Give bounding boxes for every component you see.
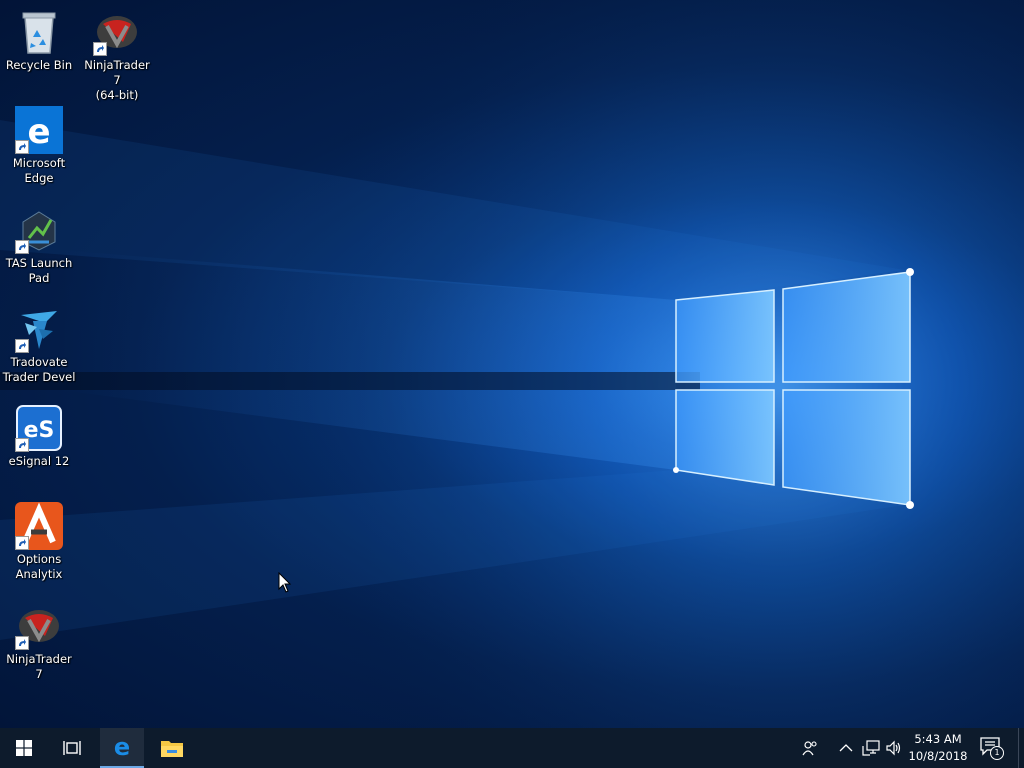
volume-icon [886, 740, 901, 756]
desktop-icon-label: eSignal 12 [8, 454, 70, 468]
desktop-icon-esignal[interactable]: eS eSignal 12 [1, 404, 77, 469]
esignal-icon: eS [15, 404, 63, 452]
taskbar-clock[interactable]: 5:43 AM 10/8/2018 [906, 731, 970, 765]
desktop-icon-tradovate[interactable]: Tradovate Trader Devel [1, 305, 77, 385]
shortcut-arrow-icon [15, 339, 29, 353]
tradovate-icon [15, 305, 63, 353]
desktop-icon-label: NinjaTrader 7 (64-bit) [84, 58, 150, 102]
mouse-cursor-icon [278, 572, 292, 593]
volume-button[interactable] [884, 738, 904, 758]
file-explorer-icon [161, 741, 183, 757]
ninjatrader-icon [93, 8, 141, 56]
desktop-icon-options-analytix[interactable]: Options Analytix [1, 502, 77, 582]
task-view-button[interactable] [48, 728, 96, 768]
desktop-icon-label: Recycle Bin [5, 58, 73, 72]
network-button[interactable] [861, 738, 881, 758]
clock-date: 10/8/2018 [908, 749, 968, 763]
shortcut-arrow-icon [15, 636, 29, 650]
people-icon [802, 741, 817, 756]
desktop-icon-microsoft-edge[interactable]: e Microsoft Edge [1, 106, 77, 186]
svg-text:e: e [27, 112, 50, 152]
start-button[interactable] [0, 728, 48, 768]
people-button[interactable] [800, 738, 820, 758]
shortcut-arrow-icon [93, 42, 107, 56]
desktop-icon-label: Options Analytix [15, 552, 63, 581]
taskbar-file-explorer-button[interactable] [148, 728, 196, 768]
desktop[interactable]: Recycle Bin NinjaTrader 7 (64-bit) e Mic… [0, 0, 1024, 728]
shortcut-arrow-icon [15, 438, 29, 452]
desktop-icon-recycle-bin[interactable]: Recycle Bin [1, 8, 77, 73]
taskbar-edge-button[interactable]: e [100, 728, 144, 768]
task-view-icon [63, 741, 81, 755]
windows-logo-icon [16, 740, 32, 756]
shortcut-arrow-icon [15, 240, 29, 254]
desktop-icon-label: Microsoft Edge [12, 156, 66, 185]
desktop-icon-label: NinjaTrader 7 [6, 652, 72, 681]
desktop-icon-label: Tradovate Trader Devel [2, 355, 76, 384]
desktop-icon-ninjatrader-64[interactable]: NinjaTrader 7 (64-bit) [79, 8, 155, 103]
tas-icon [15, 206, 63, 254]
options-analytix-icon [15, 502, 63, 550]
taskbar: e 5:43 AM 10/8/2018 1 [0, 728, 1024, 768]
edge-icon: e [114, 735, 130, 759]
svg-text:e: e [114, 735, 130, 759]
action-center-button[interactable]: 1 [980, 736, 1004, 760]
desktop-icon-ninjatrader[interactable]: NinjaTrader 7 [1, 602, 77, 682]
chevron-up-icon [839, 744, 853, 752]
clock-time: 5:43 AM [914, 732, 962, 746]
show-hidden-icons-button[interactable] [836, 738, 856, 758]
desktop-icon-tas-launch-pad[interactable]: TAS Launch Pad [1, 206, 77, 286]
shortcut-arrow-icon [15, 536, 29, 550]
windows-10-wallpaper [0, 0, 1024, 728]
network-icon [862, 740, 880, 756]
shortcut-arrow-icon [15, 140, 29, 154]
ninjatrader-icon [15, 602, 63, 650]
recycle-bin-icon [15, 8, 63, 56]
notification-count-badge: 1 [990, 746, 1004, 760]
desktop-icon-label: TAS Launch Pad [5, 256, 73, 285]
show-desktop-button[interactable] [1018, 728, 1024, 768]
edge-icon: e [15, 106, 63, 154]
